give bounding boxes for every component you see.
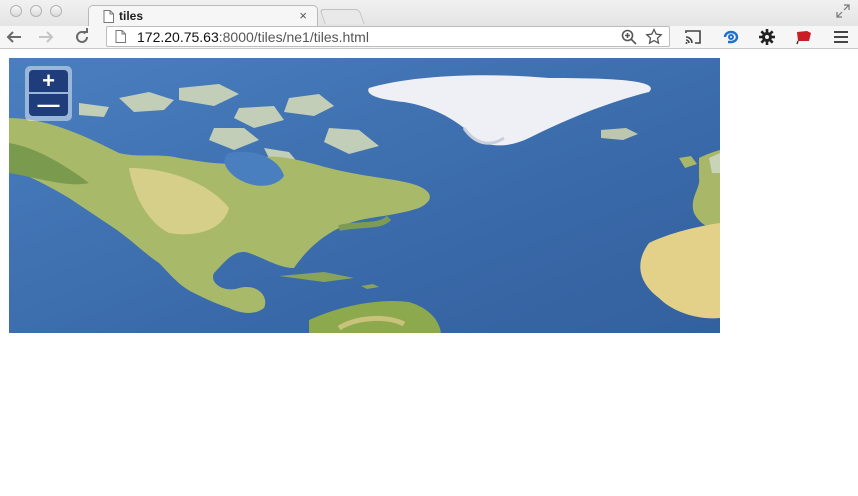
tab-close-icon[interactable]: × xyxy=(299,8,307,23)
forward-arrow-icon xyxy=(39,31,54,43)
window-minimize-button[interactable] xyxy=(30,5,42,17)
zoom-control: + — xyxy=(25,66,72,121)
extension-icon[interactable] xyxy=(722,28,740,46)
gear-icon[interactable] xyxy=(758,28,776,46)
back-button[interactable] xyxy=(4,28,24,46)
address-bar[interactable]: 172.20.75.63:8000/tiles/ne1/tiles.html xyxy=(106,26,670,47)
page-icon xyxy=(103,10,114,23)
page-icon xyxy=(115,30,126,43)
tab-active[interactable]: tiles × xyxy=(88,5,318,26)
cast-icon[interactable] xyxy=(684,28,702,46)
tab-title: tiles xyxy=(119,9,144,23)
new-tab-button[interactable] xyxy=(319,9,365,24)
flag-icon[interactable] xyxy=(795,28,813,46)
tab-strip: tiles × xyxy=(0,0,858,26)
window-maximize-button[interactable] xyxy=(50,5,62,17)
map-tile-layer xyxy=(9,58,720,333)
fullscreen-icon[interactable] xyxy=(836,4,850,18)
map-viewport[interactable]: + — xyxy=(9,58,720,333)
url-text[interactable]: 172.20.75.63:8000/tiles/ne1/tiles.html xyxy=(137,29,369,45)
url-path: :8000/tiles/ne1/tiles.html xyxy=(218,29,369,45)
reload-icon xyxy=(76,28,88,43)
url-host: 172.20.75.63 xyxy=(137,29,219,45)
window-close-button[interactable] xyxy=(10,5,22,17)
forward-button[interactable] xyxy=(36,28,56,46)
menu-icon[interactable] xyxy=(832,28,850,46)
zoom-out-button[interactable]: — xyxy=(29,94,68,116)
back-arrow-icon xyxy=(6,31,21,43)
reload-button[interactable] xyxy=(72,28,92,46)
zoom-icon[interactable] xyxy=(621,29,637,45)
zoom-in-button[interactable]: + xyxy=(29,70,68,92)
browser-toolbar: 172.20.75.63:8000/tiles/ne1/tiles.html xyxy=(0,26,858,49)
star-icon[interactable] xyxy=(645,28,663,46)
